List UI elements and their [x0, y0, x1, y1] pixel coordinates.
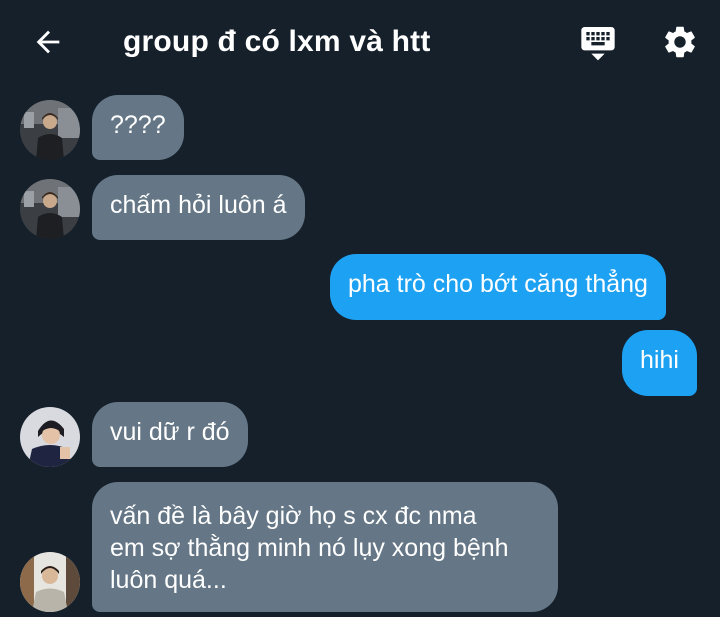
- arrow-left-icon: [36, 30, 60, 54]
- keyboard-button[interactable]: [574, 20, 622, 64]
- message-bubble-outgoing[interactable]: pha trò cho bớt căng thẳng: [330, 254, 666, 320]
- message-bubble-incoming[interactable]: chấm hỏi luôn á: [92, 175, 305, 240]
- message-bubble-outgoing[interactable]: hihi: [622, 330, 697, 396]
- chat-screen: group đ có lxm và htt ???? chấm hỏi luôn…: [0, 0, 720, 617]
- keyboard-icon: [581, 27, 615, 61]
- message-line: vấn đề là bây giờ họ s cx đc nma: [110, 502, 477, 530]
- avatar[interactable]: [20, 179, 80, 239]
- message-line: luôn quá...: [110, 566, 227, 594]
- message-bubble-incoming[interactable]: vui dữ r đó: [92, 402, 248, 467]
- message-line: em sợ thằng minh nó lụy xong bệnh: [110, 534, 509, 562]
- avatar[interactable]: [20, 552, 80, 612]
- conversation-title: group đ có lxm và htt: [123, 25, 431, 58]
- settings-button[interactable]: [656, 18, 704, 66]
- avatar[interactable]: [20, 407, 80, 467]
- message-bubble-incoming[interactable]: vấn đề là bây giờ họ s cx đc nma em sợ t…: [92, 482, 558, 612]
- chat-header: group đ có lxm và htt: [0, 0, 720, 84]
- gear-icon: [665, 26, 695, 58]
- back-button[interactable]: [28, 24, 68, 60]
- message-bubble-incoming[interactable]: ????: [92, 95, 184, 160]
- avatar[interactable]: [20, 100, 80, 160]
